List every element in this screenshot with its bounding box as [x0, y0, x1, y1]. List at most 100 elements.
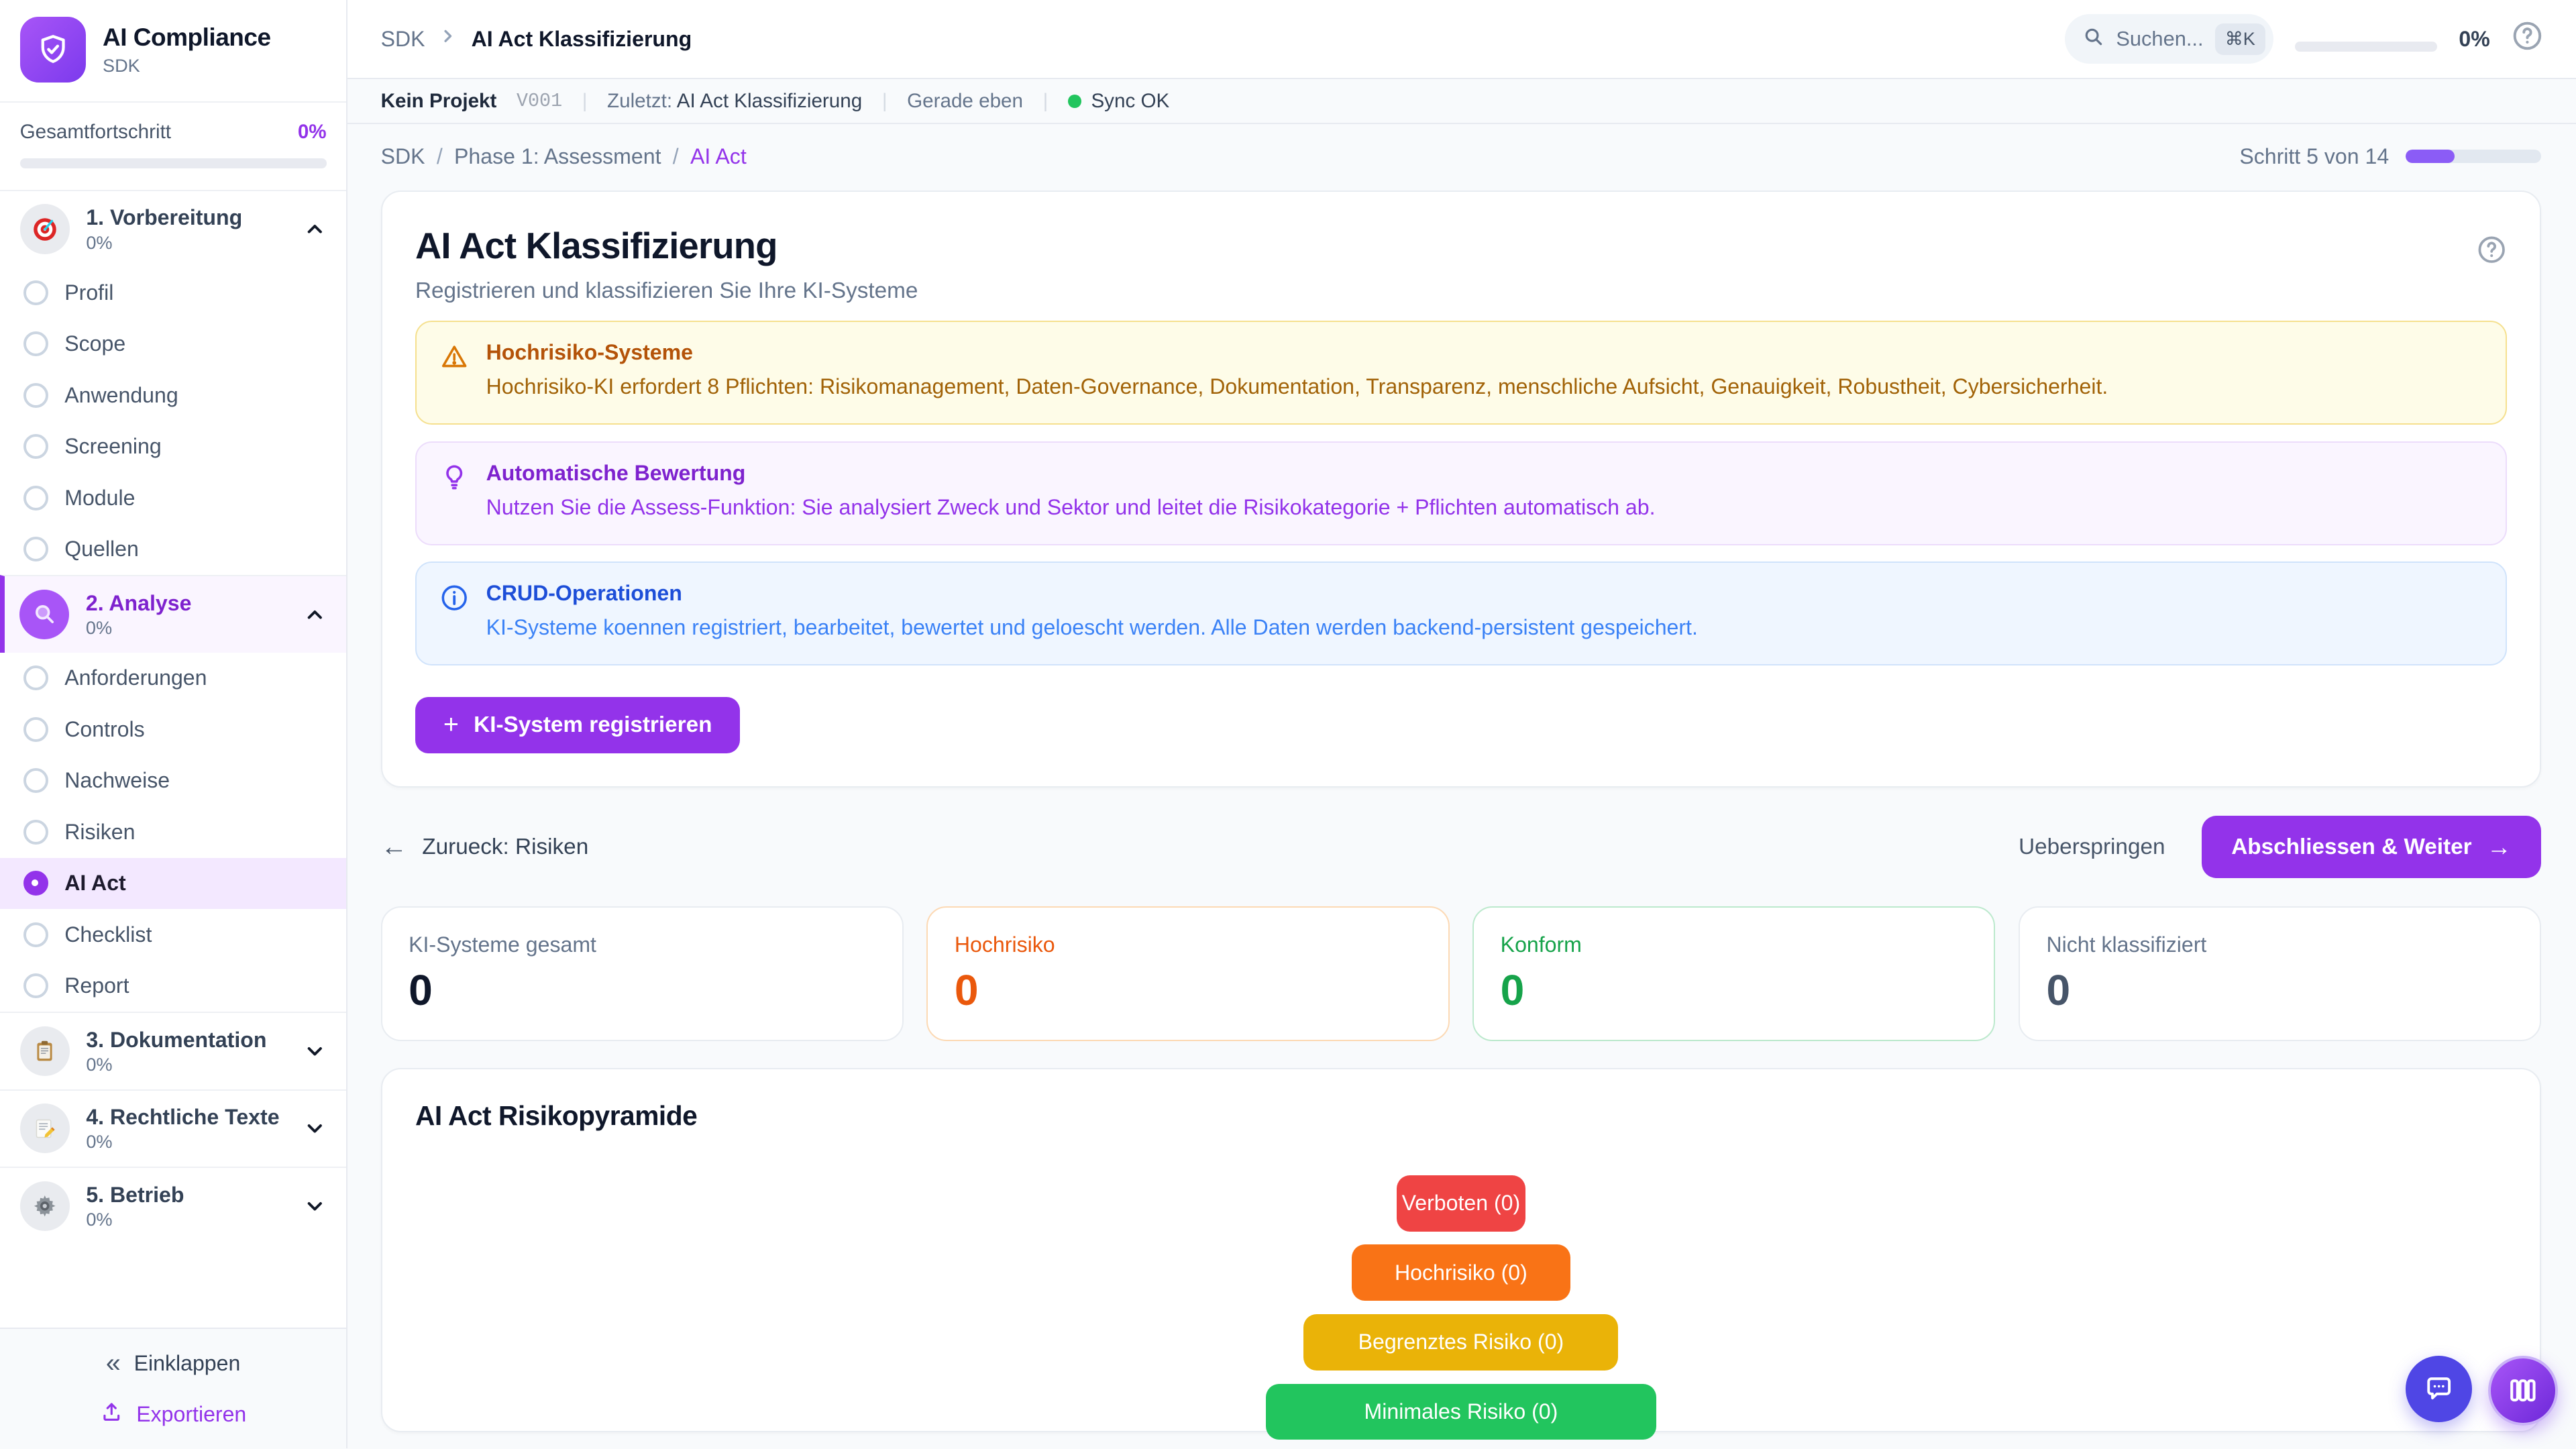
chat-bubble-icon — [2422, 1373, 2455, 1405]
keyboard-shortcut-badge: ⌘K — [2215, 23, 2265, 55]
warning-triangle-icon — [439, 340, 469, 402]
stat-card-compliant: Konform 0 — [1472, 906, 1995, 1041]
breadcrumb-sdk[interactable]: SDK — [381, 144, 425, 169]
back-button[interactable]: ← Zurueck: Risiken — [381, 832, 589, 862]
section-header-vorbereitung[interactable]: 1. Vorbereitung 0% — [0, 191, 346, 268]
alert-title: CRUD-Operationen — [486, 581, 1698, 606]
stat-label: Nicht klassifiziert — [2046, 932, 2513, 957]
section-progress: 0% — [86, 1130, 279, 1153]
step-progress: Schritt 5 von 14 — [2239, 144, 2541, 169]
sync-status: Sync OK — [1068, 90, 1169, 113]
breadcrumb-phase[interactable]: Phase 1: Assessment — [454, 144, 661, 169]
radio-icon — [23, 820, 48, 845]
section-header-rechtliche-texte[interactable]: 4. Rechtliche Texte 0% — [0, 1089, 346, 1167]
sidebar-item-profil[interactable]: Profil — [0, 267, 346, 318]
sidebar-section-dokumentation: 3. Dokumentation 0% — [0, 1012, 346, 1089]
last-sync-time: Gerade eben — [907, 90, 1023, 113]
alert-title: Automatische Bewertung — [486, 461, 1656, 486]
stat-value: 0 — [2046, 969, 2513, 1012]
help-icon[interactable] — [2512, 20, 2543, 58]
double-chevron-left-icon: « — [106, 1350, 121, 1377]
app-title: AI Compliance — [103, 23, 271, 52]
version-badge: V001 — [517, 90, 562, 112]
radio-icon — [23, 383, 48, 408]
last-step-value: AI Act Klassifizierung — [677, 90, 862, 112]
step-label: Schritt 5 von 14 — [2239, 144, 2389, 169]
crud-info-alert: CRUD-Operationen KI-Systeme koennen regi… — [415, 561, 2507, 665]
kanban-board-button[interactable] — [2488, 1356, 2558, 1426]
gear-icon — [20, 1181, 70, 1231]
sidebar-item-report[interactable]: Report — [0, 961, 346, 1012]
section-header-betrieb[interactable]: 5. Betrieb 0% — [0, 1167, 346, 1244]
radio-icon — [23, 486, 48, 511]
sidebar-item-controls[interactable]: Controls — [0, 704, 346, 755]
sidebar-section-analyse: 2. Analyse 0% Anforderungen Controls Nac… — [0, 575, 346, 1012]
stat-label: Konform — [1501, 932, 1968, 957]
skip-button[interactable]: Ueberspringen — [2019, 835, 2165, 860]
section-header-analyse[interactable]: 2. Analyse 0% — [0, 575, 346, 653]
finish-and-next-button[interactable]: Abschliessen & Weiter → — [2202, 816, 2541, 877]
stat-value: 0 — [409, 969, 875, 1012]
radio-icon — [23, 973, 48, 998]
topbar-breadcrumb: SDK AI Act Klassifizierung — [381, 26, 692, 52]
sidebar-item-ai-act[interactable]: AI Act — [0, 858, 346, 909]
sidebar-sections: 1. Vorbereitung 0% Profil Scope Anwendun… — [0, 191, 346, 1328]
upload-icon — [100, 1400, 123, 1429]
sidebar-item-module[interactable]: Module — [0, 472, 346, 523]
auto-assessment-alert: Automatische Bewertung Nutzen Sie die As… — [415, 441, 2507, 545]
sidebar-item-anwendung[interactable]: Anwendung — [0, 370, 346, 421]
stat-card-unclassified: Nicht klassifiziert 0 — [2019, 906, 2541, 1041]
app-window: AI Compliance SDK Gesamtfortschritt 0% 1… — [0, 0, 2576, 1448]
section-header-dokumentation[interactable]: 3. Dokumentation 0% — [0, 1012, 346, 1089]
sync-ok-dot-icon — [1068, 95, 1081, 108]
export-button[interactable]: Exportieren — [100, 1400, 246, 1429]
main-area: SDK AI Act Klassifizierung Suchen... ⌘K … — [347, 0, 2576, 1448]
topbar: SDK AI Act Klassifizierung Suchen... ⌘K … — [347, 0, 2576, 79]
info-circle-icon — [439, 581, 469, 643]
back-label: Zurueck: Risiken — [422, 835, 588, 860]
project-name: Kein Projekt — [381, 90, 497, 113]
sidebar-item-scope[interactable]: Scope — [0, 319, 346, 370]
arrow-left-icon: ← — [381, 832, 407, 862]
search-input[interactable]: Suchen... ⌘K — [2065, 14, 2273, 64]
content-area: SDK / Phase 1: Assessment / AI Act Schri… — [347, 124, 2576, 1448]
radio-icon — [23, 537, 48, 561]
sidebar-item-nachweise[interactable]: Nachweise — [0, 755, 346, 806]
sidebar-item-quellen[interactable]: Quellen — [0, 524, 346, 575]
radio-selected-icon — [23, 871, 48, 896]
radio-icon — [23, 331, 48, 356]
pyramid-level-verboten: Verboten (0) — [1397, 1175, 1525, 1232]
section-progress: 0% — [86, 616, 192, 639]
chat-assistant-button[interactable] — [2406, 1356, 2472, 1422]
page-subtitle: Registrieren und klassifizieren Sie Ihre… — [415, 278, 2507, 304]
stat-label: KI-Systeme gesamt — [409, 932, 875, 957]
sidebar-item-screening[interactable]: Screening — [0, 421, 346, 472]
section-title: 2. Analyse — [86, 590, 192, 616]
last-step-label: Zuletzt: — [607, 90, 672, 112]
sidebar-item-checklist[interactable]: Checklist — [0, 909, 346, 960]
sidebar-item-anforderungen[interactable]: Anforderungen — [0, 653, 346, 704]
shield-check-logo-icon — [20, 17, 87, 83]
collapse-sidebar-button[interactable]: « Einklappen — [106, 1350, 240, 1377]
breadcrumb-root[interactable]: SDK — [381, 27, 425, 52]
sidebar-item-risiken[interactable]: Risiken — [0, 806, 346, 857]
section-title: 3. Dokumentation — [86, 1026, 266, 1053]
header-progress-value: 0% — [2459, 27, 2489, 52]
page-title: AI Act Klassifizierung — [415, 225, 2507, 267]
section-progress: 0% — [86, 1053, 266, 1076]
alert-text: KI-Systeme koennen registriert, bearbeit… — [486, 612, 1698, 643]
sidebar-section-vorbereitung: 1. Vorbereitung 0% Profil Scope Anwendun… — [0, 191, 346, 575]
clipboard-icon — [20, 1026, 70, 1076]
pyramid-title: AI Act Risikopyramide — [415, 1100, 2507, 1132]
register-button-label: KI-System registrieren — [474, 712, 712, 738]
content-breadcrumb: SDK / Phase 1: Assessment / AI Act — [381, 144, 747, 169]
sidebar-section-rechtliche-texte: 4. Rechtliche Texte 0% — [0, 1089, 346, 1167]
alert-title: Hochrisiko-Systeme — [486, 340, 2108, 365]
sidebar-section-betrieb: 5. Betrieb 0% — [0, 1167, 346, 1244]
search-icon — [2083, 24, 2104, 54]
wizard-nav-row: ← Zurueck: Risiken Ueberspringen Abschli… — [381, 816, 2542, 877]
card-help-icon[interactable] — [2477, 235, 2506, 271]
radio-icon — [23, 665, 48, 690]
stat-value: 0 — [1501, 969, 1968, 1012]
register-ai-system-button[interactable]: + KI-System registrieren — [415, 697, 740, 753]
